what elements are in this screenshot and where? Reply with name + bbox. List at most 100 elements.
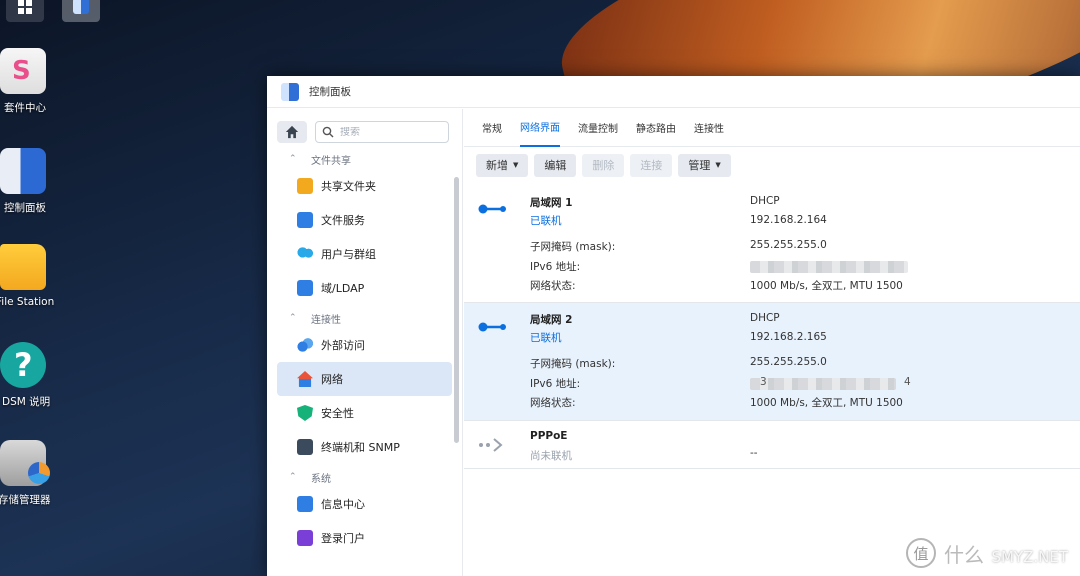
package-center-icon [0,48,46,94]
sidebar-item-shared-folder[interactable]: 共享文件夹 [277,169,452,203]
sidebar-item-label: 文件服务 [321,214,365,227]
ipv6-label: IPv6 地址: [530,378,581,390]
sidebar-item-label: 登录门户 [321,532,365,545]
interface-name: PPPoE [530,430,568,442]
interface-mode: DHCP [750,195,780,207]
grid-icon [18,0,32,14]
section-header-connectivity[interactable]: ⌃ 连接性 [267,308,462,328]
home-icon [285,125,299,139]
sidebar-item-terminal-snmp[interactable]: 终端机和 SNMP [277,430,452,464]
ipv6-redacted [750,261,908,273]
interface-list: 局域网 1 已联机 DHCP 192.168.2.164 子网掩码 (mask)… [464,187,1080,469]
tab-connectivity[interactable]: 连接性 [694,109,724,147]
sidebar-item-label: 信息中心 [321,498,365,511]
desktop-icon-label: 控制面板 [4,202,46,214]
network-house-icon [297,371,313,387]
storage-manager-icon [0,440,50,486]
desktop-icon-label: 存储管理器 [0,494,51,506]
section-label: 连接性 [311,314,341,326]
info-icon [297,496,313,512]
interface-row-pppoe[interactable]: PPPoE 尚未联机 -- [464,421,1080,469]
interface-row-lan1[interactable]: 局域网 1 已联机 DHCP 192.168.2.164 子网掩码 (mask)… [464,187,1080,303]
sidebar-scrollbar[interactable] [454,177,459,443]
sidebar-item-label: 域/LDAP [321,282,365,295]
caret-down-icon: ▼ [715,161,721,169]
chevron-up-icon: ⌃ [289,472,297,482]
tab-traffic-control[interactable]: 流量控制 [578,109,618,147]
watermark-logo: 值 [906,538,936,568]
external-access-icon [297,337,313,353]
control-panel-icon [281,82,299,101]
interface-name: 局域网 1 [530,197,573,209]
sidebar-item-info-center[interactable]: 信息中心 [277,487,452,521]
sidebar-item-user-group[interactable]: 用户与群组 [277,237,452,271]
tab-static-route[interactable]: 静态路由 [636,109,676,147]
connect-button[interactable]: 连接 [630,153,673,177]
home-button[interactable] [277,121,307,143]
search-field[interactable] [315,121,449,143]
net-status-value: 1000 Mb/s, 全双工, MTU 1500 [750,280,903,292]
sidebar-item-label: 网络 [321,373,343,386]
sidebar-item-network[interactable]: 网络 [277,362,452,396]
shared-folder-icon [297,178,313,194]
tab-network-interface[interactable]: 网络界面 [520,109,560,147]
mask-value: 255.255.255.0 [750,356,827,368]
sidebar-item-security[interactable]: 安全性 [277,396,452,430]
mask-value: 255.255.255.0 [750,239,827,251]
tab-bar: 常规 网络界面 流量控制 静态路由 连接性 [464,109,1080,147]
desktop-icon-label: 套件中心 [4,102,46,114]
interface-status: 已联机 [530,332,562,344]
sidebar-item-domain-ldap[interactable]: 域/LDAP [277,271,452,305]
desktop-icon-dsm-help[interactable]: DSM 说明 [0,342,56,409]
users-icon [297,246,313,262]
ipv6-end: 4 [904,376,911,388]
pppoe-disconnected-icon [479,438,503,452]
sidebar-item-external-access[interactable]: 外部访问 [277,328,452,362]
search-input[interactable] [340,126,440,138]
desktop-icon-label: DSM 说明 [2,396,51,408]
interface-status: 尚未联机 [530,450,572,462]
main-menu-button[interactable] [6,0,44,22]
delete-button[interactable]: 删除 [582,153,625,177]
control-panel-window: 控制面板 ⌃ 文件共享 共享文件夹 文件服务 用户与群组 [267,76,1080,576]
taskbar [0,0,1080,22]
section-label: 文件共享 [311,155,351,167]
interface-status: 已联机 [530,215,562,227]
window-title: 控制面板 [309,86,351,98]
chevron-up-icon: ⌃ [289,154,297,164]
caret-down-icon: ▼ [513,161,519,169]
watermark: 值 什么 [906,538,990,568]
main-panel: 常规 网络界面 流量控制 静态路由 连接性 新增 ▼ 编辑 删除 连接 管理 ▼ 局… [464,109,1080,576]
desktop-icon-control-panel[interactable]: 控制面板 [0,148,56,215]
sidebar-item-file-services[interactable]: 文件服务 [277,203,452,237]
desktop-icon-storage-manager[interactable]: 存储管理器 [0,440,56,507]
control-panel-icon [0,148,46,194]
watermark-site: SMYZ.NET [991,548,1068,566]
mask-label: 子网掩码 (mask): [530,241,616,253]
control-panel-icon [73,0,89,14]
ipv6-redacted [750,378,896,390]
shield-icon [297,405,313,421]
section-header-file-sharing[interactable]: ⌃ 文件共享 [267,149,462,169]
interface-name: 局域网 2 [530,314,573,326]
taskbar-control-panel-button[interactable] [62,0,100,22]
chevron-up-icon: ⌃ [289,313,297,323]
desktop-icon-package-center[interactable]: 套件中心 [0,48,56,115]
sidebar-item-login-portal[interactable]: 登录门户 [277,521,452,555]
interface-ip: 192.168.2.164 [750,214,827,226]
button-label: 新增 [486,159,508,172]
add-dropdown-button[interactable]: 新增 ▼ [476,153,529,177]
section-header-system[interactable]: ⌃ 系统 [267,467,462,487]
tab-general[interactable]: 常规 [482,109,502,147]
interface-row-lan2[interactable]: 局域网 2 已联机 DHCP 192.168.2.165 子网掩码 (mask)… [464,303,1080,421]
ipv6-label: IPv6 地址: [530,261,581,273]
manage-dropdown-button[interactable]: 管理 ▼ [678,153,731,177]
lan-connected-icon [478,322,506,332]
ipv6-start: 3 [760,376,767,388]
window-titlebar[interactable]: 控制面板 [267,76,1080,108]
edit-button[interactable]: 编辑 [534,153,577,177]
sidebar-item-label: 用户与群组 [321,248,376,261]
sidebar: ⌃ 文件共享 共享文件夹 文件服务 用户与群组 域/LDAP ⌃ 连接性 外部访… [267,109,463,576]
interface-mode: DHCP [750,312,780,324]
desktop-icon-file-station[interactable]: File Station [0,244,56,308]
